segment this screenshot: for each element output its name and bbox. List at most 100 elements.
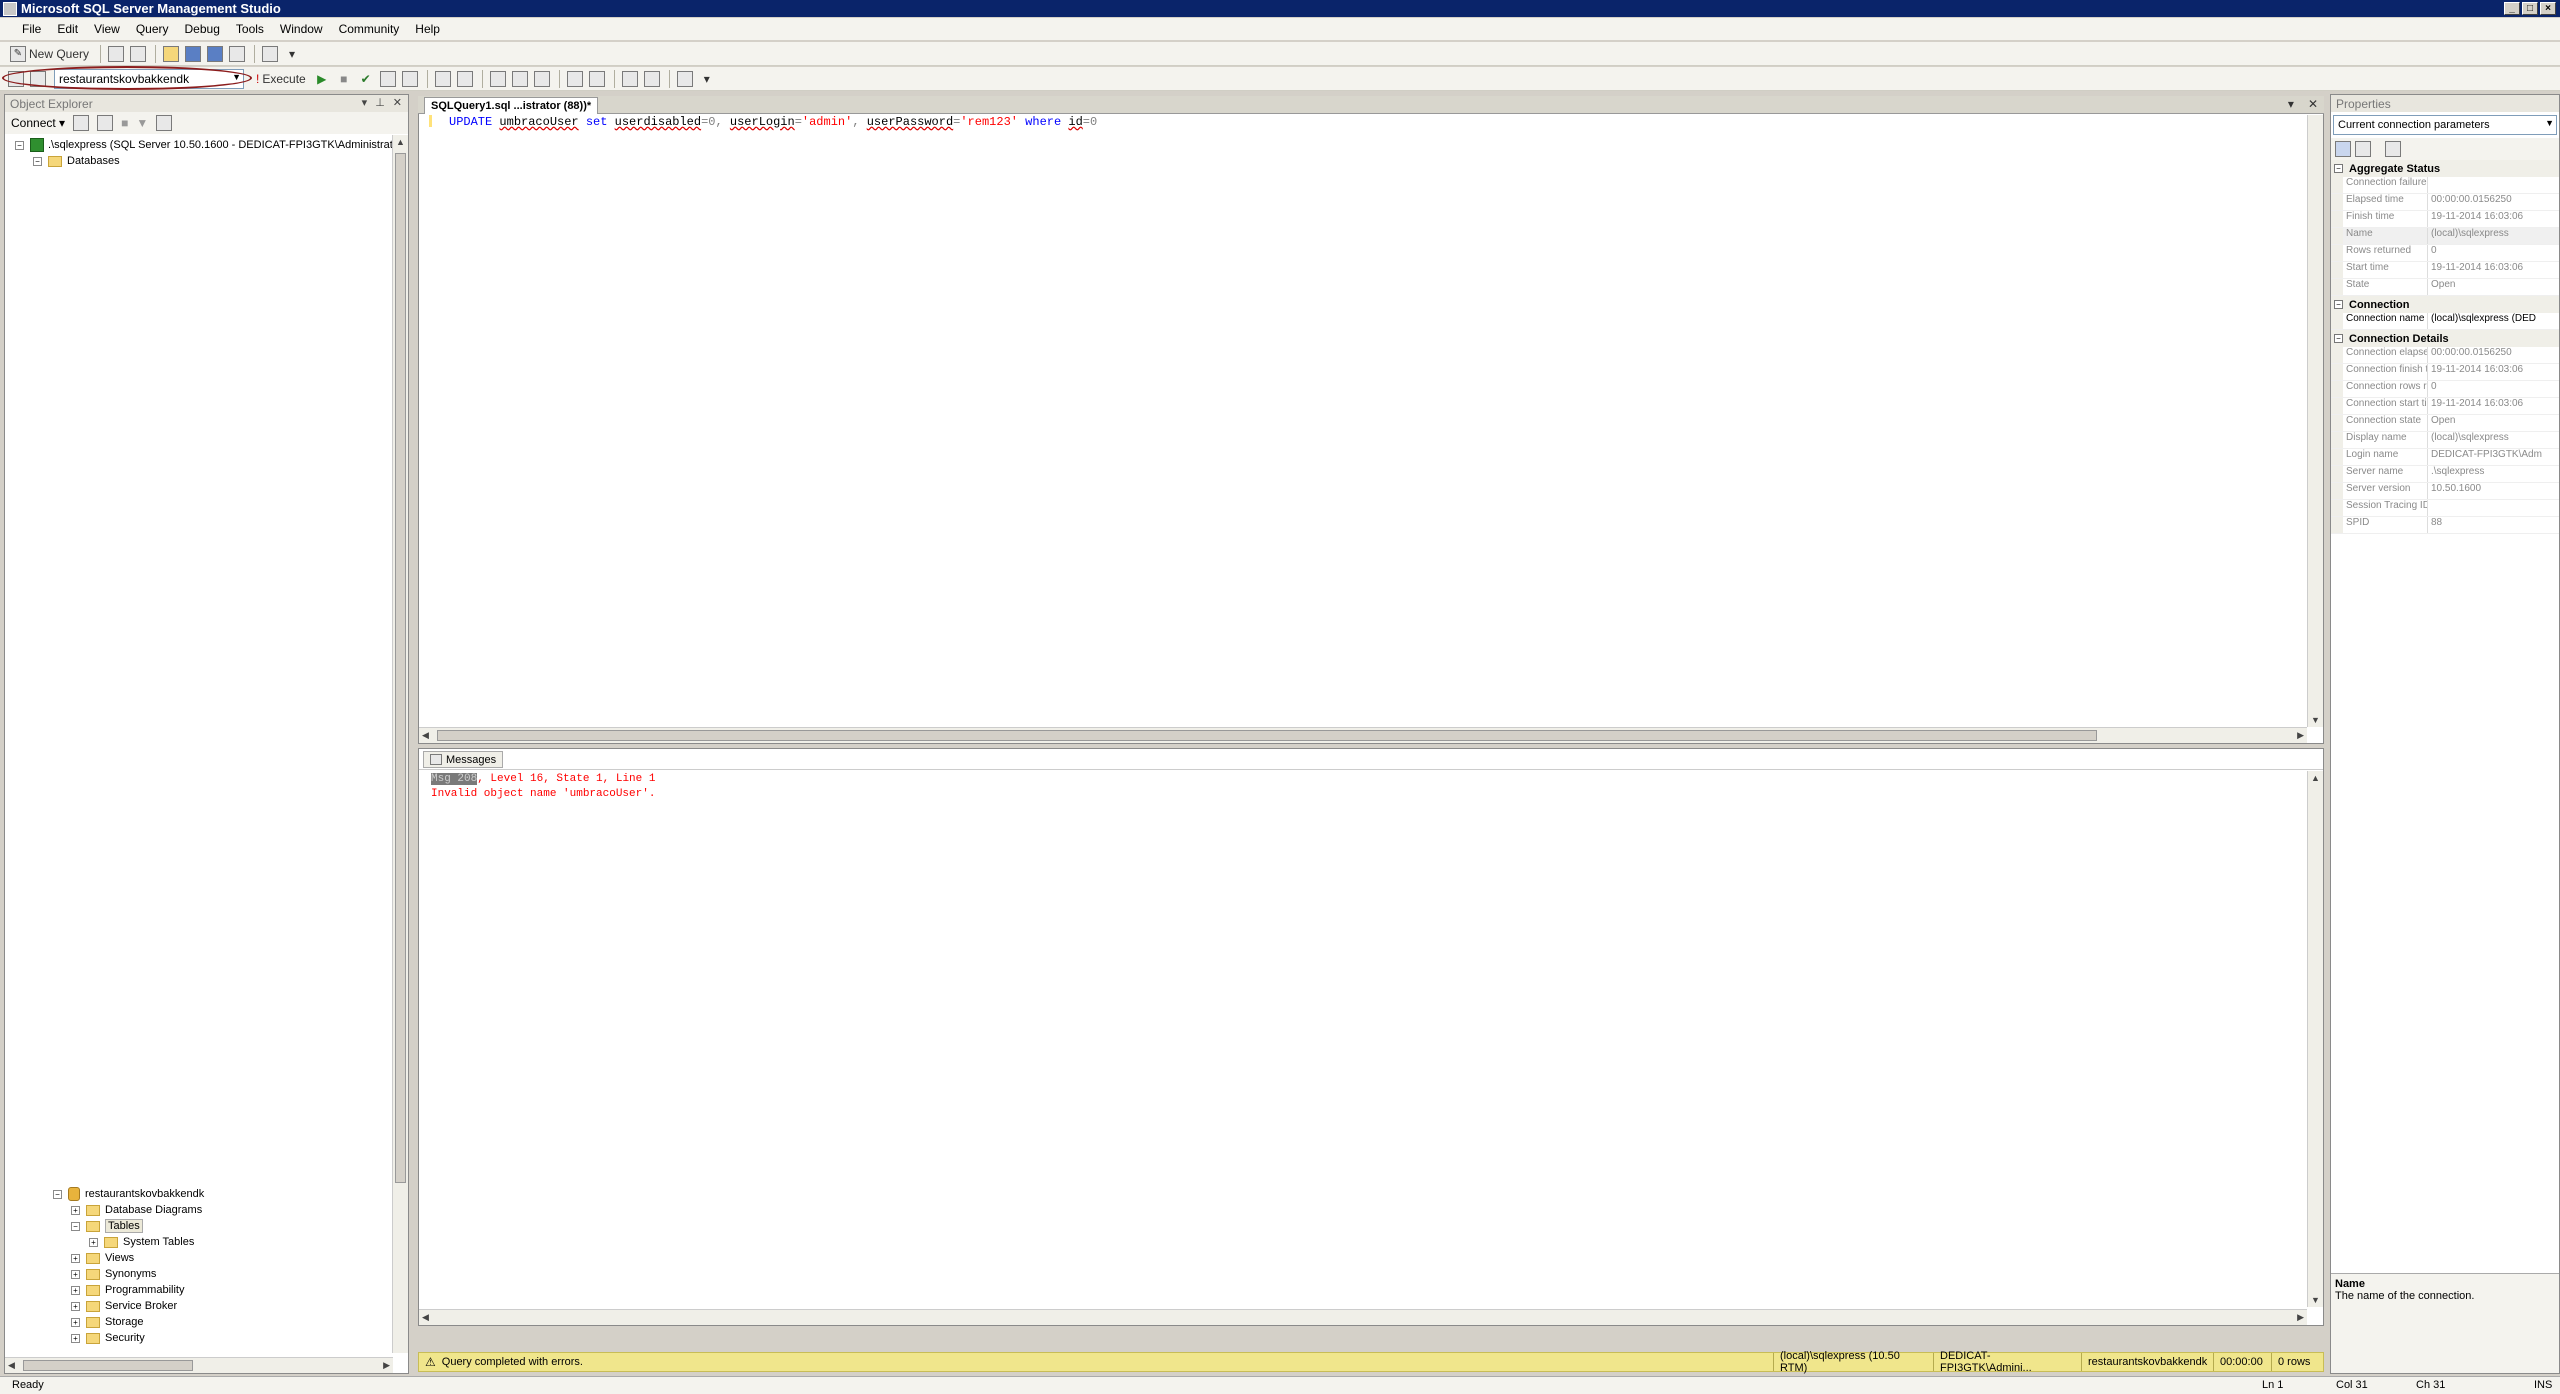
property-row[interactable]: Connection elapsed 00:00:00.0156250 bbox=[2331, 347, 2559, 364]
tree-node-security[interactable]: + Security bbox=[71, 1330, 145, 1346]
database-selector[interactable]: restaurantskovbakkendk ▼ bbox=[54, 68, 244, 89]
scroll-left-icon[interactable]: ◀ bbox=[8, 1360, 15, 1371]
menu-community[interactable]: Community bbox=[331, 22, 408, 36]
toolbar-options-button-2[interactable]: ▾ bbox=[697, 69, 717, 89]
collapse-icon[interactable]: − bbox=[71, 1221, 80, 1231]
menu-query[interactable]: Query bbox=[128, 22, 177, 36]
expand-icon[interactable]: + bbox=[71, 1205, 80, 1215]
close-button[interactable]: × bbox=[2540, 2, 2556, 15]
increase-indent-button[interactable] bbox=[642, 69, 662, 89]
property-pages-icon[interactable] bbox=[2385, 141, 2401, 157]
activity-monitor-button[interactable] bbox=[260, 44, 280, 64]
scroll-thumb[interactable] bbox=[23, 1360, 193, 1371]
menu-edit[interactable]: Edit bbox=[49, 22, 86, 36]
menu-tools[interactable]: Tools bbox=[228, 22, 272, 36]
editor-vertical-scrollbar[interactable]: ▼ bbox=[2307, 115, 2323, 727]
expand-icon[interactable]: + bbox=[71, 1269, 80, 1279]
categorized-icon[interactable] bbox=[2335, 141, 2351, 157]
scroll-up-icon[interactable]: ▲ bbox=[396, 137, 405, 147]
toolbar-options-button[interactable]: ▾ bbox=[282, 44, 302, 64]
object-explorer-vertical-scrollbar[interactable]: ▲ bbox=[392, 135, 408, 1353]
expand-icon[interactable]: + bbox=[89, 1237, 98, 1247]
scroll-down-icon[interactable]: ▼ bbox=[2311, 715, 2320, 725]
property-row[interactable]: Connection finish ti 19-11-2014 16:03:06 bbox=[2331, 364, 2559, 381]
category-connection-details[interactable]: − Connection Details bbox=[2331, 330, 2559, 347]
cancel-query-button[interactable]: ■ bbox=[334, 69, 354, 89]
collapse-icon[interactable]: − bbox=[53, 1189, 62, 1199]
property-row[interactable]: State Open bbox=[2331, 279, 2559, 296]
maximize-button[interactable]: □ bbox=[2522, 2, 2538, 15]
alphabetical-icon[interactable] bbox=[2355, 141, 2371, 157]
new-file-button[interactable] bbox=[106, 44, 126, 64]
collapse-icon[interactable]: − bbox=[15, 140, 24, 150]
property-row[interactable]: Display name (local)\sqlexpress bbox=[2331, 432, 2559, 449]
property-row[interactable]: Login name DEDICAT-FPI3GTK\Adm bbox=[2331, 449, 2559, 466]
include-plan-button[interactable] bbox=[455, 69, 475, 89]
menu-help[interactable]: Help bbox=[407, 22, 448, 36]
scroll-right-icon[interactable]: ▶ bbox=[383, 1360, 390, 1371]
property-row[interactable]: Connection start tin 19-11-2014 16:03:06 bbox=[2331, 398, 2559, 415]
collapse-icon[interactable]: − bbox=[2334, 300, 2343, 309]
message-line-2[interactable]: Invalid object name 'umbracoUser'. bbox=[431, 788, 655, 800]
tree-node-storage[interactable]: + Storage bbox=[71, 1314, 144, 1330]
tree-node-programmability[interactable]: + Programmability bbox=[71, 1282, 184, 1298]
decrease-indent-button[interactable] bbox=[620, 69, 640, 89]
filter-icon[interactable]: ▼ bbox=[136, 116, 148, 130]
property-row[interactable]: SPID 88 bbox=[2331, 517, 2559, 534]
expand-icon[interactable]: + bbox=[71, 1333, 80, 1343]
property-row[interactable]: Session Tracing ID bbox=[2331, 500, 2559, 517]
collapse-icon[interactable]: − bbox=[2334, 334, 2343, 343]
change-connection-button[interactable] bbox=[28, 69, 48, 89]
tree-node-system-tables[interactable]: + System Tables bbox=[89, 1234, 194, 1250]
tree-node-database[interactable]: − restaurantskovbakkendk bbox=[53, 1186, 204, 1202]
object-explorer-horizontal-scrollbar[interactable]: ◀ ▶ bbox=[5, 1357, 393, 1373]
category-aggregate-status[interactable]: − Aggregate Status bbox=[2331, 160, 2559, 177]
property-row[interactable]: Connection state Open bbox=[2331, 415, 2559, 432]
menu-debug[interactable]: Debug bbox=[177, 22, 228, 36]
close-icon[interactable]: ✕ bbox=[2308, 97, 2318, 111]
scroll-down-icon[interactable]: ▼ bbox=[2311, 1295, 2320, 1305]
query-designer-button[interactable] bbox=[400, 69, 420, 89]
debug-button[interactable]: ▶ bbox=[312, 69, 332, 89]
expand-icon[interactable]: + bbox=[71, 1253, 80, 1263]
tree-node-databases[interactable]: − Databases bbox=[33, 153, 120, 169]
stop-icon[interactable]: ■ bbox=[121, 116, 128, 130]
refresh-icon[interactable] bbox=[156, 115, 173, 131]
scroll-left-icon[interactable]: ◀ bbox=[422, 730, 429, 741]
connect-dropdown[interactable]: Connect ▾ bbox=[11, 116, 65, 130]
pin-icon[interactable]: ⊥ bbox=[375, 96, 385, 109]
tab-sqlquery1[interactable]: SQLQuery1.sql ...istrator (88))* bbox=[424, 97, 599, 114]
property-row[interactable]: Connection rows re 0 bbox=[2331, 381, 2559, 398]
expand-icon[interactable]: + bbox=[71, 1285, 80, 1295]
tree-node-service-broker[interactable]: + Service Broker bbox=[71, 1298, 177, 1314]
tab-list-icon[interactable]: ▾ bbox=[2288, 97, 2294, 111]
save-button[interactable] bbox=[183, 44, 203, 64]
scroll-up-icon[interactable]: ▲ bbox=[2311, 773, 2320, 783]
tree-node-database-diagrams[interactable]: + Database Diagrams bbox=[71, 1202, 202, 1218]
pane-menu-icon[interactable]: ▾ bbox=[362, 96, 368, 109]
property-row[interactable]: Name (local)\sqlexpress bbox=[2331, 228, 2559, 245]
sql-code[interactable]: UPDATE umbracoUser set userdisabled=0, u… bbox=[449, 115, 1097, 129]
property-row[interactable]: Rows returned 0 bbox=[2331, 245, 2559, 262]
scroll-left-icon[interactable]: ◀ bbox=[422, 1312, 429, 1323]
collapse-icon[interactable]: − bbox=[2334, 164, 2343, 173]
category-connection[interactable]: − Connection bbox=[2331, 296, 2559, 313]
results-to-grid-button[interactable] bbox=[510, 69, 530, 89]
menu-view[interactable]: View bbox=[86, 22, 128, 36]
tree-node-views[interactable]: + Views bbox=[71, 1250, 134, 1266]
minimize-button[interactable]: _ bbox=[2504, 2, 2520, 15]
results-horizontal-scrollbar[interactable]: ◀ ▶ bbox=[419, 1309, 2307, 1325]
editor-horizontal-scrollbar[interactable]: ◀ ▶ bbox=[419, 727, 2307, 743]
results-to-text-button[interactable] bbox=[488, 69, 508, 89]
results-to-file-button[interactable] bbox=[532, 69, 552, 89]
expand-icon[interactable]: + bbox=[71, 1317, 80, 1327]
scroll-thumb[interactable] bbox=[395, 153, 406, 1183]
menu-file[interactable]: File bbox=[14, 22, 49, 36]
scroll-right-icon[interactable]: ▶ bbox=[2297, 1312, 2304, 1323]
display-plan-button[interactable] bbox=[378, 69, 398, 89]
properties-object-selector[interactable]: Current connection parameters ▼ bbox=[2333, 115, 2557, 135]
property-row[interactable]: Elapsed time 00:00:00.0156250 bbox=[2331, 194, 2559, 211]
tree-node-synonyms[interactable]: + Synonyms bbox=[71, 1266, 156, 1282]
specify-values-button[interactable] bbox=[675, 69, 695, 89]
open-button[interactable] bbox=[161, 44, 181, 64]
